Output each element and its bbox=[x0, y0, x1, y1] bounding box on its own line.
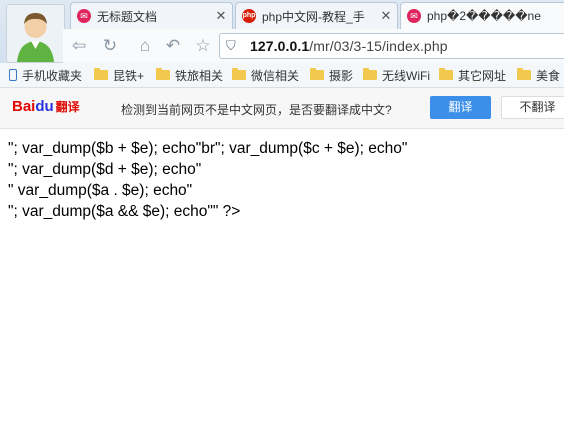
bookmark-label: 铁旅相关 bbox=[175, 68, 224, 83]
page-content: "; var_dump($b + $e); echo"br"; var_dump… bbox=[8, 138, 560, 222]
bookmark-label: 无线WiFi bbox=[382, 68, 430, 83]
bookmark-folder-other-sites[interactable]: 其它网址 bbox=[439, 67, 506, 83]
no-translate-button[interactable]: 不翻译 bbox=[501, 96, 564, 119]
user-avatar[interactable] bbox=[6, 4, 65, 63]
folder-icon bbox=[232, 68, 246, 80]
pink-app-icon: ✉ bbox=[77, 9, 91, 23]
phone-icon bbox=[9, 69, 17, 81]
output-line: " var_dump($a . $e); echo" bbox=[8, 182, 193, 199]
bookmark-folder-photography[interactable]: 摄影 bbox=[310, 67, 353, 83]
translate-bar: Baidu 翻译 检测到当前网页不是中文网页，是否要翻译成中文? 翻译 不翻译 bbox=[0, 88, 564, 129]
url-host: 127.0.0.1 bbox=[250, 38, 310, 54]
bookmark-folder-wechat[interactable]: 微信相关 bbox=[232, 67, 299, 83]
bookmark-label: 手机收藏夹 bbox=[22, 68, 83, 83]
folder-icon bbox=[517, 68, 531, 80]
folder-icon bbox=[94, 68, 108, 80]
undo-icon[interactable]: ↶ bbox=[163, 36, 183, 56]
bookmarks-bar: 手机收藏夹 昆铁+ 铁旅相关 微信相关 摄影 无线WiFi 其它网址 美食 bbox=[0, 63, 564, 88]
url-path: /mr/03/3-15/index.php bbox=[309, 38, 448, 54]
bookmark-label: 美食 bbox=[536, 68, 561, 83]
folder-icon bbox=[439, 68, 453, 80]
output-line: "; var_dump($a && $e); echo"" ?> bbox=[8, 203, 241, 220]
logo-fanyi-text: 翻译 bbox=[55, 100, 80, 114]
address-url[interactable]: 127.0.0.1/mr/03/3-15/index.php bbox=[250, 38, 448, 54]
output-line: "; var_dump($d + $e); echo" bbox=[8, 161, 202, 178]
bookmark-label: 昆铁+ bbox=[113, 68, 145, 83]
php-site-icon: php bbox=[242, 9, 256, 23]
bookmark-label: 微信相关 bbox=[251, 68, 300, 83]
star-icon[interactable]: ☆ bbox=[193, 36, 213, 56]
pink-app-icon: ✉ bbox=[407, 9, 421, 23]
logo-bai-text: Bai bbox=[12, 98, 36, 115]
bookmark-folder-wifi[interactable]: 无线WiFi bbox=[363, 67, 430, 83]
reload-icon[interactable]: ↻ bbox=[100, 36, 120, 56]
translate-message: 检测到当前网页不是中文网页，是否要翻译成中文? bbox=[121, 103, 392, 117]
tab-current-page[interactable]: ✉ php�2�����ne bbox=[400, 2, 564, 29]
home-icon[interactable]: ⌂ bbox=[135, 36, 155, 56]
tab-untitled-doc[interactable]: ✉ 无标题文档 ✕ bbox=[70, 2, 233, 29]
folder-icon bbox=[156, 68, 170, 80]
page-info-icon[interactable]: ⛉ bbox=[226, 38, 240, 54]
bookmark-label: 其它网址 bbox=[458, 68, 507, 83]
bookmark-folder-food[interactable]: 美食 bbox=[517, 67, 560, 83]
close-icon[interactable]: ✕ bbox=[379, 8, 393, 24]
folder-icon bbox=[363, 68, 377, 80]
output-line: "; var_dump($b + $e); echo"br"; var_dump… bbox=[8, 140, 408, 157]
folder-icon bbox=[310, 68, 324, 80]
avatar-person-icon bbox=[7, 5, 64, 62]
bookmark-folder-kuntie[interactable]: 昆铁+ bbox=[94, 67, 144, 83]
tab-title: php�2�����ne bbox=[427, 9, 541, 23]
tab-php-cn[interactable]: php php中文网-教程_手 ✕ bbox=[235, 2, 398, 29]
bookmark-mobile-favorites[interactable]: 手机收藏夹 bbox=[9, 67, 82, 83]
tab-title: php中文网-教程_手 bbox=[262, 9, 365, 24]
bookmark-folder-tielv[interactable]: 铁旅相关 bbox=[156, 67, 223, 83]
back-arrow-icon[interactable]: ⇦ bbox=[69, 36, 89, 56]
close-icon[interactable]: ✕ bbox=[214, 8, 228, 24]
baidu-translate-logo: Baidu 翻译 bbox=[12, 98, 80, 115]
tab-title: 无标题文档 bbox=[97, 9, 158, 24]
translate-button[interactable]: 翻译 bbox=[430, 96, 491, 119]
address-bar[interactable]: ⛉ 127.0.0.1/mr/03/3-15/index.php bbox=[219, 33, 564, 59]
logo-du-text: du bbox=[35, 98, 54, 115]
address-toolbar: ⇦ ↻ ⌂ ↶ ☆ ⛉ 127.0.0.1/mr/03/3-15/index.p… bbox=[63, 29, 564, 64]
bookmark-label: 摄影 bbox=[329, 68, 354, 83]
